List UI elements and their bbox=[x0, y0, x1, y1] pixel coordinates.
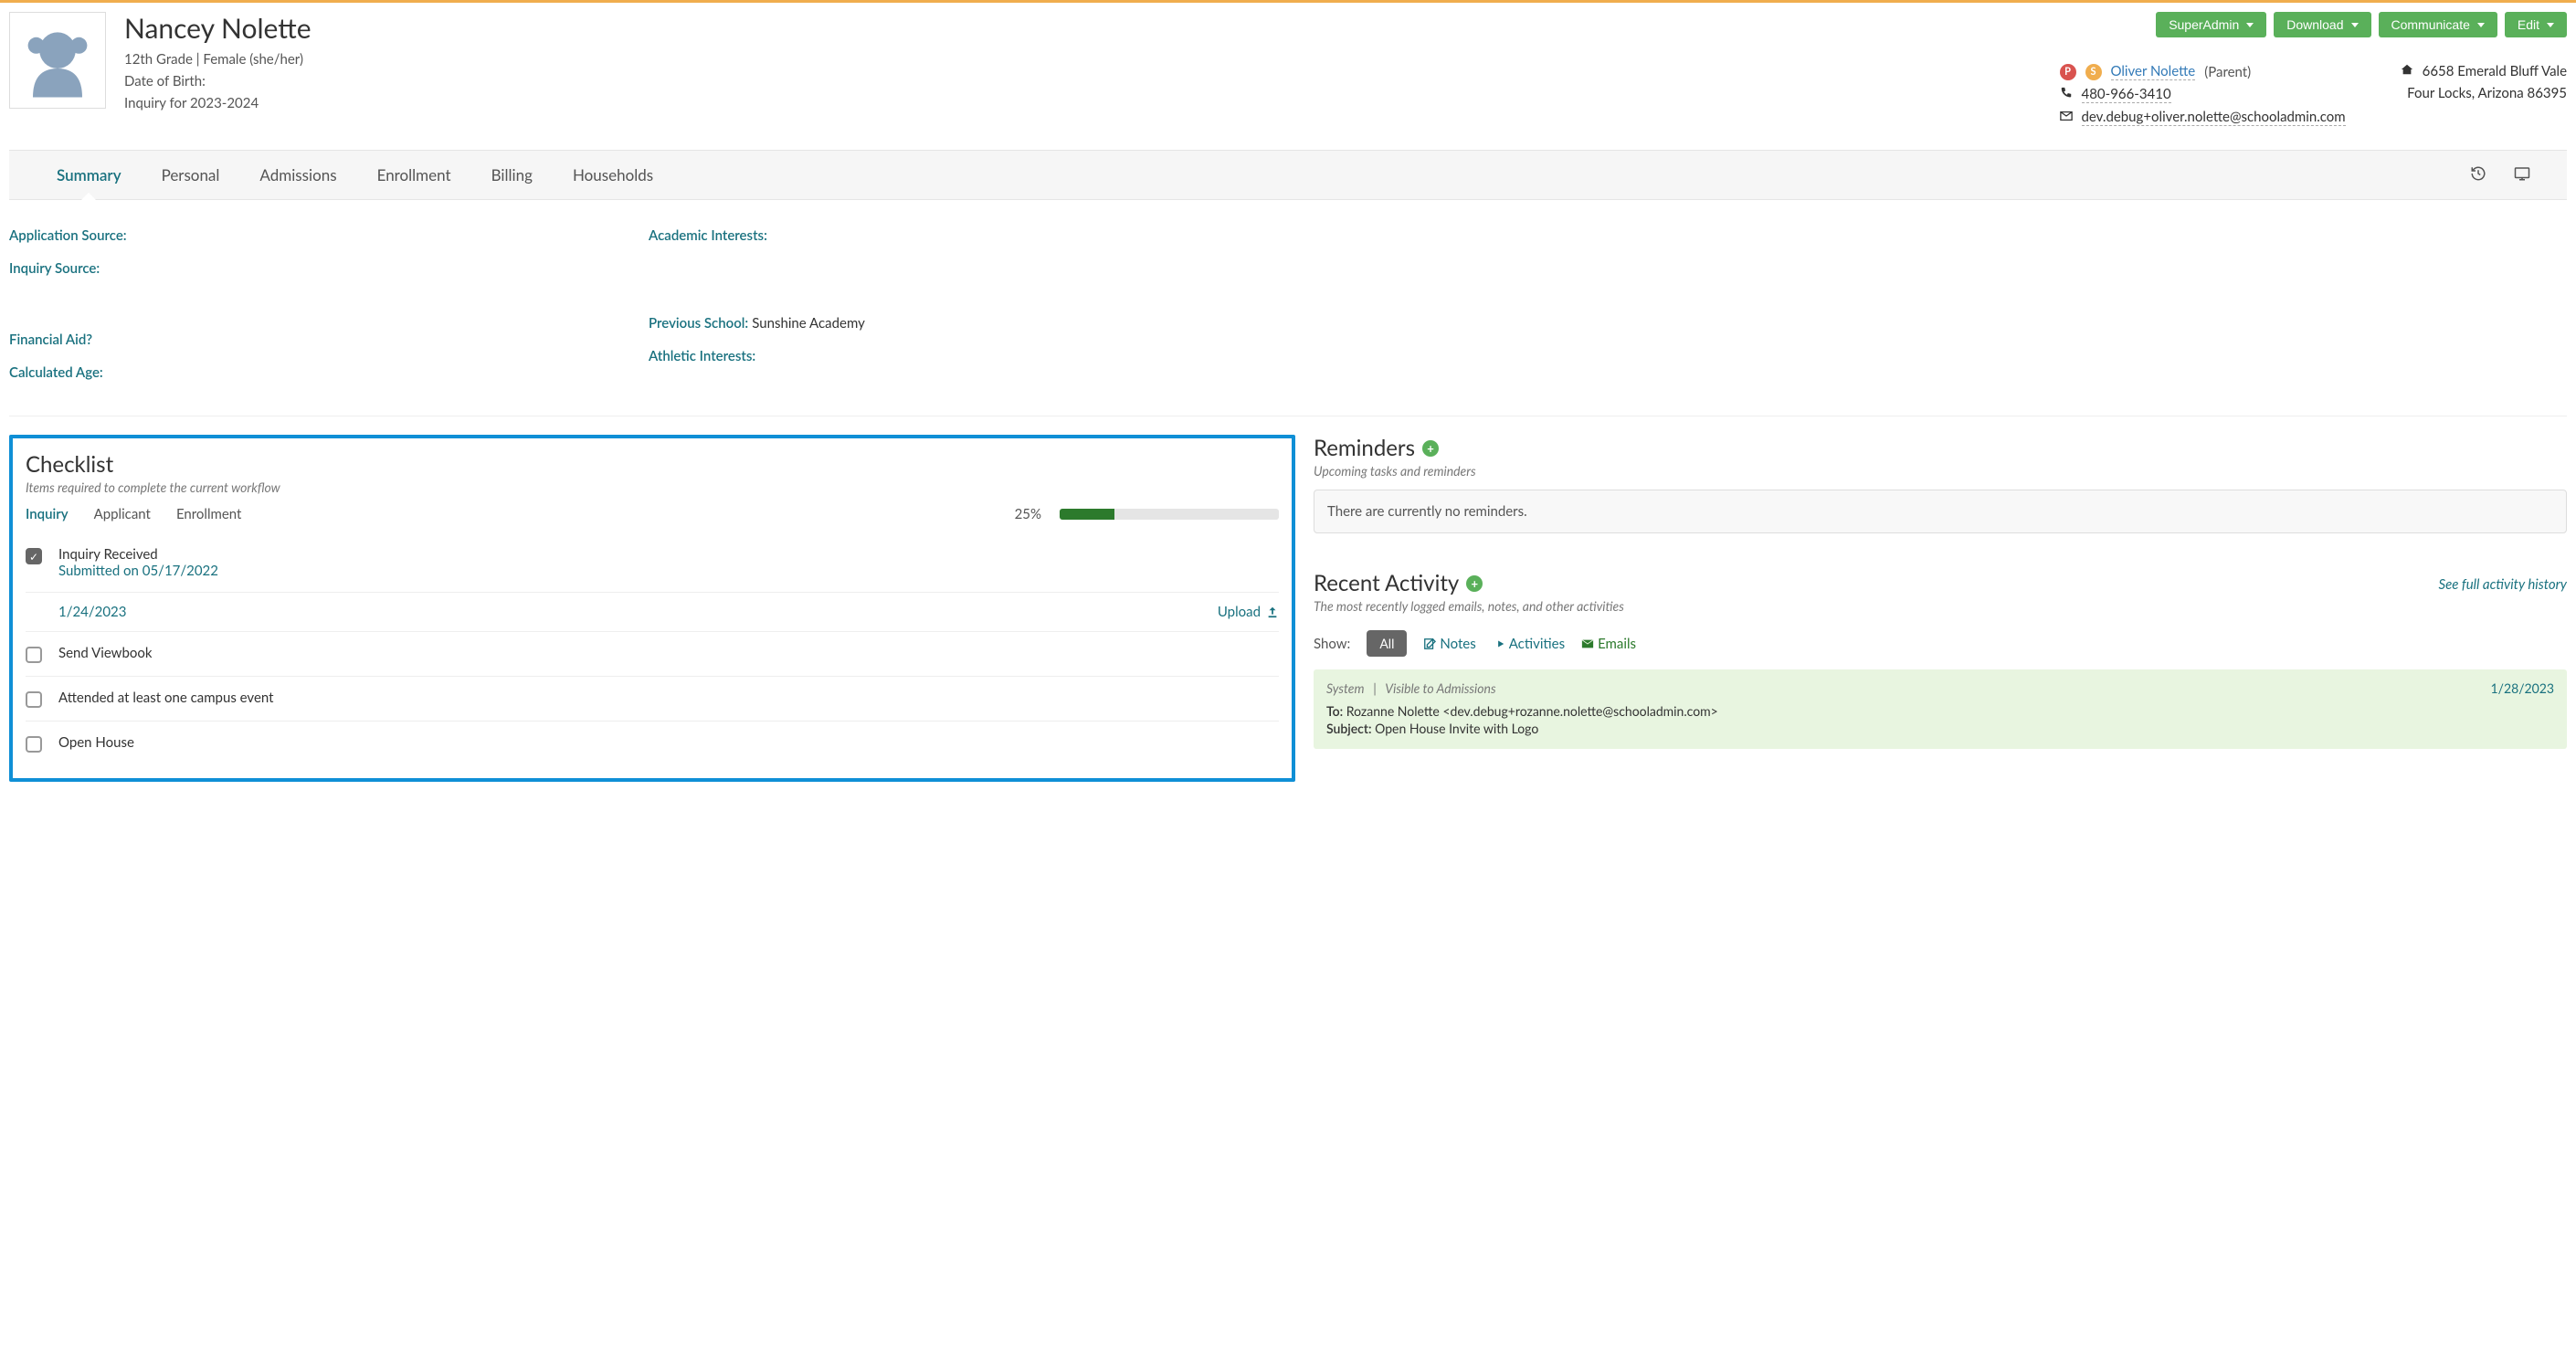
tab-bar: Summary Personal Admissions Enrollment B… bbox=[9, 150, 2567, 200]
chevron-down-icon bbox=[2547, 23, 2554, 27]
filter-activities-label: Activities bbox=[1509, 636, 1565, 652]
student-name: Nancey Nolette bbox=[124, 12, 2042, 45]
checklist-item-title: Send Viewbook bbox=[58, 645, 1279, 661]
download-button[interactable]: Download bbox=[2274, 12, 2370, 37]
chevron-down-icon bbox=[2246, 23, 2254, 27]
tab-enrollment[interactable]: Enrollment bbox=[357, 151, 471, 199]
communicate-button[interactable]: Communicate bbox=[2379, 12, 2497, 37]
home-icon bbox=[2401, 63, 2413, 79]
checklist-tab-enrollment[interactable]: Enrollment bbox=[176, 506, 241, 522]
phone-icon bbox=[2060, 87, 2073, 103]
address-line2: Four Locks, Arizona 86395 bbox=[2401, 85, 2567, 101]
checklist-checkbox[interactable] bbox=[26, 736, 42, 753]
activity-visibility: Visible to Admissions bbox=[1385, 680, 1495, 696]
filter-notes[interactable]: Notes bbox=[1423, 636, 1475, 652]
filter-all[interactable]: All bbox=[1367, 630, 1407, 657]
checklist-tab-inquiry[interactable]: Inquiry bbox=[26, 506, 69, 522]
activity-subject-label: Subject: bbox=[1326, 721, 1372, 736]
previous-school-value: Sunshine Academy bbox=[752, 315, 865, 332]
reminders-subtitle: Upcoming tasks and reminders bbox=[1314, 463, 2567, 479]
contact-phone[interactable]: 480-966-3410 bbox=[2082, 86, 2171, 103]
status-line: Inquiry for 2023-2024 bbox=[124, 92, 2042, 114]
superadmin-label: SuperAdmin bbox=[2169, 17, 2239, 32]
tab-households[interactable]: Households bbox=[553, 151, 673, 199]
edit-button[interactable]: Edit bbox=[2505, 12, 2567, 37]
checklist-checkbox[interactable] bbox=[26, 691, 42, 708]
academic-interests-label: Academic Interests: bbox=[649, 227, 767, 244]
checklist-tab-applicant[interactable]: Applicant bbox=[94, 506, 151, 522]
checklist-item-sublink[interactable]: Submitted on 05/17/2022 bbox=[58, 563, 1279, 579]
show-label: Show: bbox=[1314, 636, 1350, 652]
envelope-icon bbox=[2060, 110, 2073, 126]
contact-name-link[interactable]: Oliver Nolette bbox=[2111, 63, 2196, 80]
calculated-age-label: Calculated Age: bbox=[9, 364, 103, 381]
contact-email[interactable]: dev.debug+oliver.nolette@schooladmin.com bbox=[2082, 109, 2346, 126]
activity-subject-value: Open House Invite with Logo bbox=[1375, 721, 1538, 736]
checklist-item-title: Inquiry Received bbox=[58, 546, 1279, 563]
add-activity-button[interactable]: + bbox=[1466, 575, 1483, 592]
tab-personal[interactable]: Personal bbox=[142, 151, 240, 199]
add-reminder-button[interactable]: + bbox=[1422, 440, 1439, 457]
chevron-down-icon bbox=[2477, 23, 2485, 27]
checklist-item-title: Attended at least one campus event bbox=[58, 690, 1279, 706]
checklist-checkbox[interactable] bbox=[26, 548, 42, 564]
full-history-link[interactable]: See full activity history bbox=[2439, 576, 2567, 593]
contact-relation: (Parent) bbox=[2204, 64, 2251, 80]
application-source-label: Application Source: bbox=[9, 227, 127, 244]
checklist-title: Checklist bbox=[26, 451, 1279, 478]
filter-activities[interactable]: Activities bbox=[1493, 636, 1565, 652]
edit-label: Edit bbox=[2518, 17, 2539, 32]
checklist-subtitle: Items required to complete the current w… bbox=[26, 479, 1279, 495]
checklist-date-link[interactable]: 1/24/2023 bbox=[58, 604, 126, 620]
grade-gender: 12th Grade | Female (she/her) bbox=[124, 48, 2042, 70]
secondary-badge-icon: S bbox=[2085, 64, 2102, 80]
progress-bar bbox=[1060, 509, 1279, 520]
tab-summary[interactable]: Summary bbox=[37, 151, 142, 199]
monitor-icon[interactable] bbox=[2514, 165, 2530, 185]
activity-date: 1/28/2023 bbox=[2491, 680, 2555, 696]
reminders-title: Reminders bbox=[1314, 435, 1415, 461]
previous-school-label: Previous School: bbox=[649, 315, 748, 332]
financial-aid-label: Financial Aid? bbox=[9, 332, 92, 348]
checklist-panel: Checklist Items required to complete the… bbox=[9, 435, 1295, 782]
inquiry-source-label: Inquiry Source: bbox=[9, 260, 100, 277]
activity-card[interactable]: System | Visible to Admissions 1/28/2023… bbox=[1314, 669, 2567, 749]
activity-subtitle: The most recently logged emails, notes, … bbox=[1314, 598, 2567, 614]
checklist-checkbox[interactable] bbox=[26, 647, 42, 663]
activity-title: Recent Activity bbox=[1314, 570, 1459, 596]
history-icon[interactable] bbox=[2470, 165, 2486, 185]
athletic-interests-label: Athletic Interests: bbox=[649, 348, 755, 364]
tab-admissions[interactable]: Admissions bbox=[239, 151, 356, 199]
checklist-item-title: Open House bbox=[58, 734, 1279, 751]
activity-to-value: Rozanne Nolette <dev.debug+rozanne.nolet… bbox=[1346, 703, 1718, 719]
filter-notes-label: Notes bbox=[1440, 636, 1475, 652]
activity-source: System bbox=[1326, 680, 1364, 696]
tab-billing[interactable]: Billing bbox=[471, 151, 553, 199]
progress-percent: 25% bbox=[1015, 506, 1041, 522]
primary-badge-icon: P bbox=[2060, 64, 2076, 80]
communicate-label: Communicate bbox=[2391, 17, 2470, 32]
superadmin-button[interactable]: SuperAdmin bbox=[2156, 12, 2266, 37]
filter-emails[interactable]: Emails bbox=[1581, 636, 1636, 652]
activity-to-label: To: bbox=[1326, 703, 1343, 719]
upload-label: Upload bbox=[1218, 604, 1261, 620]
address-line1: 6658 Emerald Bluff Vale bbox=[2423, 63, 2567, 79]
upload-link[interactable]: Upload bbox=[1218, 604, 1279, 620]
download-label: Download bbox=[2286, 17, 2343, 32]
filter-emails-label: Emails bbox=[1598, 636, 1636, 652]
chevron-down-icon bbox=[2351, 23, 2359, 27]
reminders-empty: There are currently no reminders. bbox=[1314, 490, 2567, 533]
dob-label: Date of Birth: bbox=[124, 70, 2042, 92]
avatar bbox=[9, 12, 106, 109]
